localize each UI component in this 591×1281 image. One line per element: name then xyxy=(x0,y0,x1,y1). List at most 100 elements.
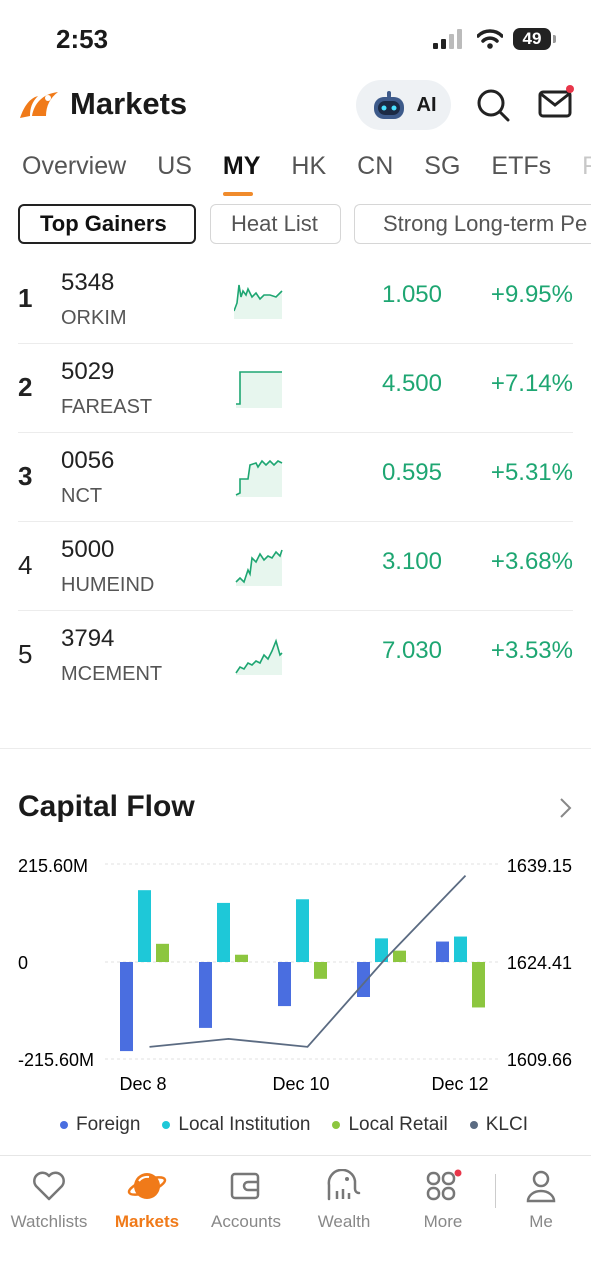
stock-code: 5029 xyxy=(61,358,115,385)
sparkline xyxy=(236,371,282,408)
rank: 3 xyxy=(18,461,33,491)
nav-markets[interactable]: Markets xyxy=(102,1166,192,1232)
nav-more[interactable]: More xyxy=(398,1166,488,1232)
elephant-icon xyxy=(327,1169,361,1201)
sparkline xyxy=(235,549,283,586)
tab-etfs[interactable]: ETFs xyxy=(491,152,551,192)
stock-row[interactable]: 4 5000 HUMEIND 3.100 +3.68% xyxy=(18,522,573,611)
legend-label: Local Retail xyxy=(348,1114,448,1135)
legend-dot xyxy=(332,1120,341,1129)
bar-local-institution xyxy=(217,902,230,962)
wallet-icon xyxy=(230,1172,260,1200)
right-axis-mid: 1624.41 xyxy=(507,953,572,973)
stock-name: MCEMENT xyxy=(61,663,163,685)
tab-overview[interactable]: Overview xyxy=(22,152,126,192)
legend-label: Local Institution xyxy=(178,1114,311,1135)
sparkline xyxy=(235,638,283,675)
battery-icon: 49 xyxy=(513,28,556,50)
nav-watchlists[interactable]: Watchlists xyxy=(4,1166,94,1232)
tab-cn[interactable]: CN xyxy=(357,152,393,192)
capital-flow-chart: 215.60M 0 -215.60M 1639.15 1624.41 1609.… xyxy=(18,856,572,1094)
wifi-icon xyxy=(477,29,503,49)
person-icon xyxy=(526,1170,556,1203)
nav-label: Wealth xyxy=(317,1212,371,1231)
tab-us[interactable]: US xyxy=(157,152,192,192)
tab-more-clipped[interactable]: F xyxy=(582,152,591,192)
nav-label: Accounts xyxy=(211,1212,281,1231)
bar-local-institution xyxy=(296,899,309,962)
tab-my[interactable]: MY xyxy=(222,152,260,196)
nav-label: More xyxy=(423,1212,463,1231)
rank: 5 xyxy=(18,639,33,669)
stock-code: 5000 xyxy=(61,536,115,563)
right-axis-top: 1639.15 xyxy=(507,856,572,876)
stock-change: +3.68% xyxy=(490,548,573,575)
heart-icon xyxy=(33,1171,65,1201)
stock-change: +3.53% xyxy=(490,637,573,664)
legend-item: Foreign xyxy=(60,1114,140,1136)
stock-row[interactable]: 5 3794 MCEMENT 7.030 +3.53% xyxy=(18,611,573,700)
x-label: Dec 10 xyxy=(272,1074,329,1094)
left-axis-zero: 0 xyxy=(18,953,28,973)
market-tabs: Overview US MY HK CN SG ETFs F xyxy=(22,152,591,196)
bar-local-institution xyxy=(138,890,151,962)
filter-top-gainers-label: Top Gainers xyxy=(40,211,167,236)
filter-heat-list[interactable]: Heat List xyxy=(210,204,341,244)
mail-icon[interactable] xyxy=(538,84,576,120)
bar-local-retail xyxy=(393,950,406,962)
signal-icon xyxy=(433,29,462,49)
nav-label: Watchlists xyxy=(10,1212,88,1231)
tab-hk[interactable]: HK xyxy=(291,152,326,192)
chart-legend: Foreign Local Institution Local Retail K… xyxy=(60,1114,528,1136)
bar-local-retail xyxy=(472,962,485,1008)
nav-me[interactable]: Me xyxy=(496,1166,586,1232)
filter-heat-list-label: Heat List xyxy=(231,211,318,236)
bar-foreign xyxy=(436,941,449,962)
nav-label: Me xyxy=(529,1212,553,1231)
filter-strong-long-term[interactable]: Strong Long-term Pe xyxy=(354,204,591,244)
sparkline xyxy=(235,459,283,497)
stock-code: 5348 xyxy=(61,269,115,296)
legend-dot xyxy=(162,1120,171,1129)
stock-code: 0056 xyxy=(61,447,115,474)
chevron-right-icon[interactable] xyxy=(558,796,574,820)
legend-item: Local Institution xyxy=(162,1114,310,1136)
stock-name: FAREAST xyxy=(61,396,153,418)
bar-local-institution xyxy=(454,936,467,962)
search-icon[interactable] xyxy=(476,88,510,122)
filter-strong-long-term-label: Strong Long-term Pe xyxy=(383,211,588,236)
nav-accounts[interactable]: Accounts xyxy=(201,1166,291,1232)
rank: 1 xyxy=(18,283,33,313)
stock-price: 0.595 xyxy=(381,459,442,486)
stock-row[interactable]: 2 5029 FAREAST 4.500 +7.14% xyxy=(18,344,573,433)
bar-foreign xyxy=(120,962,133,1052)
nav-wealth[interactable]: Wealth xyxy=(299,1166,389,1232)
stock-row[interactable]: 1 5348 ORKIM 1.050 +9.95% xyxy=(18,255,573,344)
ai-assistant-button[interactable]: AI xyxy=(356,80,451,130)
stock-price: 4.500 xyxy=(381,370,442,397)
legend-label: Foreign xyxy=(76,1114,141,1135)
rank: 2 xyxy=(18,372,33,402)
stock-name: HUMEIND xyxy=(61,574,155,596)
filter-top-gainers[interactable]: Top Gainers xyxy=(18,204,196,244)
left-axis-bottom: -215.60M xyxy=(18,1050,94,1070)
x-label: Dec 8 xyxy=(119,1074,166,1094)
rank: 4 xyxy=(18,550,33,580)
tab-sg[interactable]: SG xyxy=(424,152,460,192)
stock-row[interactable]: 3 0056 NCT 0.595 +5.31% xyxy=(18,433,573,522)
stock-change: +9.95% xyxy=(490,281,573,308)
planet-icon xyxy=(127,1173,167,1199)
ai-label: AI xyxy=(416,93,437,116)
x-label: Dec 12 xyxy=(431,1074,488,1094)
stock-change: +5.31% xyxy=(490,459,573,486)
legend-item: Local Retail xyxy=(332,1114,448,1136)
stock-name: ORKIM xyxy=(61,307,127,329)
status-icons: 49 xyxy=(433,28,556,50)
bar-local-retail xyxy=(314,962,327,979)
legend-label: KLCI xyxy=(485,1114,528,1135)
bar-foreign xyxy=(278,962,291,1007)
status-time: 2:53 xyxy=(56,24,109,54)
stock-code: 3794 xyxy=(61,625,115,652)
grid-icon xyxy=(426,1169,462,1201)
legend-dot xyxy=(469,1120,478,1129)
